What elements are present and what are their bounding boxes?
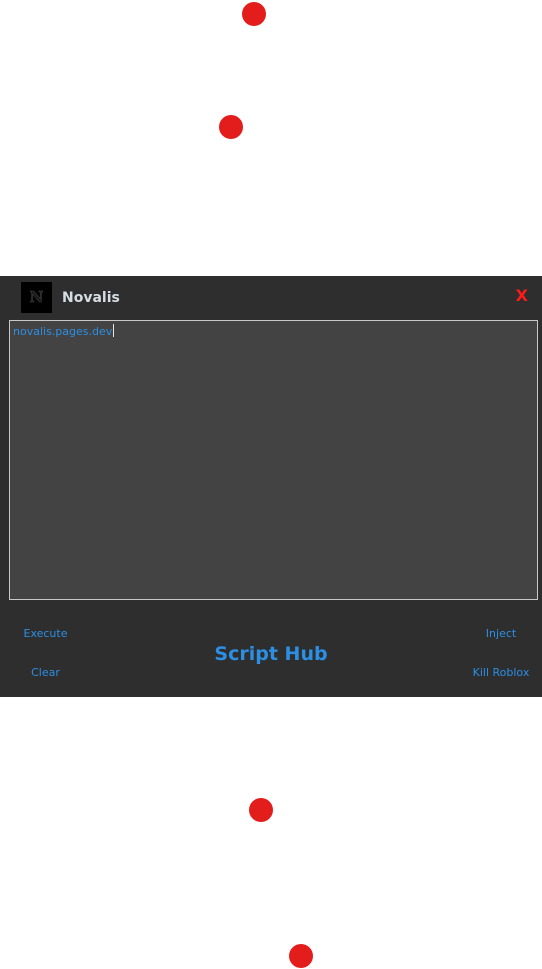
- editor-text: novalis.pages.dev: [13, 325, 113, 338]
- close-button[interactable]: X: [516, 286, 528, 306]
- text-caret: [113, 324, 115, 337]
- red-dot-icon: [249, 798, 273, 822]
- window-title: Novalis: [62, 290, 120, 306]
- inject-button[interactable]: Inject: [460, 627, 542, 641]
- red-dot-icon: [242, 2, 266, 26]
- novalis-logo-icon: N: [21, 282, 52, 313]
- execute-button[interactable]: Execute: [0, 627, 91, 641]
- script-hub-button[interactable]: Script Hub: [0, 641, 542, 667]
- red-dot-icon: [219, 115, 243, 139]
- red-dot-icon: [289, 944, 313, 968]
- clear-button[interactable]: Clear: [0, 666, 91, 680]
- script-editor[interactable]: novalis.pages.dev: [9, 320, 538, 600]
- kill-roblox-button[interactable]: Kill Roblox: [460, 666, 542, 680]
- executor-window: N Novalis X novalis.pages.dev Execute Cl…: [0, 276, 542, 697]
- logo-letter: N: [29, 288, 44, 306]
